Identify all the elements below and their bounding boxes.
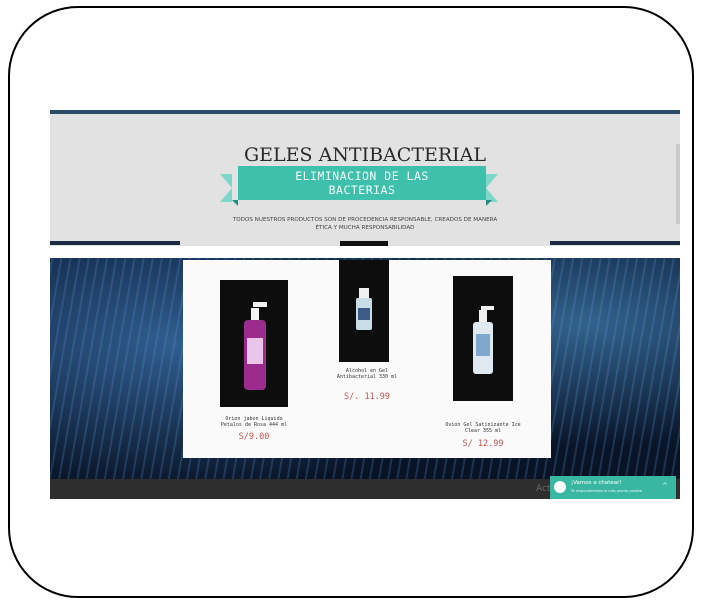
sanitizer-bottle-icon xyxy=(473,306,494,374)
webpage-screenshot: GELES ANTIBACTERIAL ELIMINACION DE LAS B… xyxy=(50,110,680,499)
chevron-up-icon[interactable]: ^ xyxy=(662,482,668,490)
product-name-1[interactable]: Orion jabon Liquido Petalos de Rosa 444 … xyxy=(220,416,288,428)
ribbon-tail-right xyxy=(486,174,498,202)
product-image-1[interactable] xyxy=(220,280,288,407)
white-band xyxy=(50,246,680,258)
ribbon-fold-right xyxy=(486,200,492,206)
products-panel: Orion jabon Liquido Petalos de Rosa 444 … xyxy=(183,260,551,458)
chat-icon xyxy=(554,481,566,493)
page-title: GELES ANTIBACTERIAL xyxy=(243,144,487,166)
product-card-3[interactable]: Ovion Gel Satinizante Ice Clear 355 ml S… xyxy=(438,276,528,456)
product-card-2[interactable]: Alcohol en Gel Antibacterial 330 ml S/. … xyxy=(331,260,403,410)
product-price-3: S/ 12.99 xyxy=(462,439,504,449)
product-image-3[interactable] xyxy=(453,276,513,401)
product-image-2[interactable] xyxy=(339,260,389,362)
product-card-1[interactable]: Orion jabon Liquido Petalos de Rosa 444 … xyxy=(220,280,288,450)
product-name-2[interactable]: Alcohol en Gel Antibacterial 330 ml xyxy=(331,368,403,380)
header-description: TODOS NUESTROS PRODUCTOS SON DE PROCEDEN… xyxy=(232,217,498,231)
product-price-2: S/. 11.99 xyxy=(343,392,391,402)
chat-widget[interactable]: ¡Vamos a chatear! Te responderemos lo má… xyxy=(550,476,676,499)
gel-bottle-icon xyxy=(356,288,372,330)
category-header: GELES ANTIBACTERIAL ELIMINACION DE LAS B… xyxy=(50,114,680,246)
chat-subtitle: Te responderemos lo más pronto posible xyxy=(571,489,642,493)
ribbon-tail-left xyxy=(220,174,232,202)
ribbon-subtitle: ELIMINACION DE LAS BACTERIAS xyxy=(295,169,429,197)
product-name-3[interactable]: Ovion Gel Satinizante Ice Clear 355 ml xyxy=(438,422,528,434)
activation-watermark: Act xyxy=(536,484,551,494)
scrollbar[interactable] xyxy=(676,144,680,224)
chat-title: ¡Vamos a chatear! xyxy=(571,480,622,486)
separator-left xyxy=(50,241,180,245)
product-price-1: S/9.00 xyxy=(238,432,270,442)
soap-bottle-icon xyxy=(244,302,267,390)
separator-right xyxy=(550,241,680,245)
ribbon-fold-left xyxy=(232,200,238,206)
